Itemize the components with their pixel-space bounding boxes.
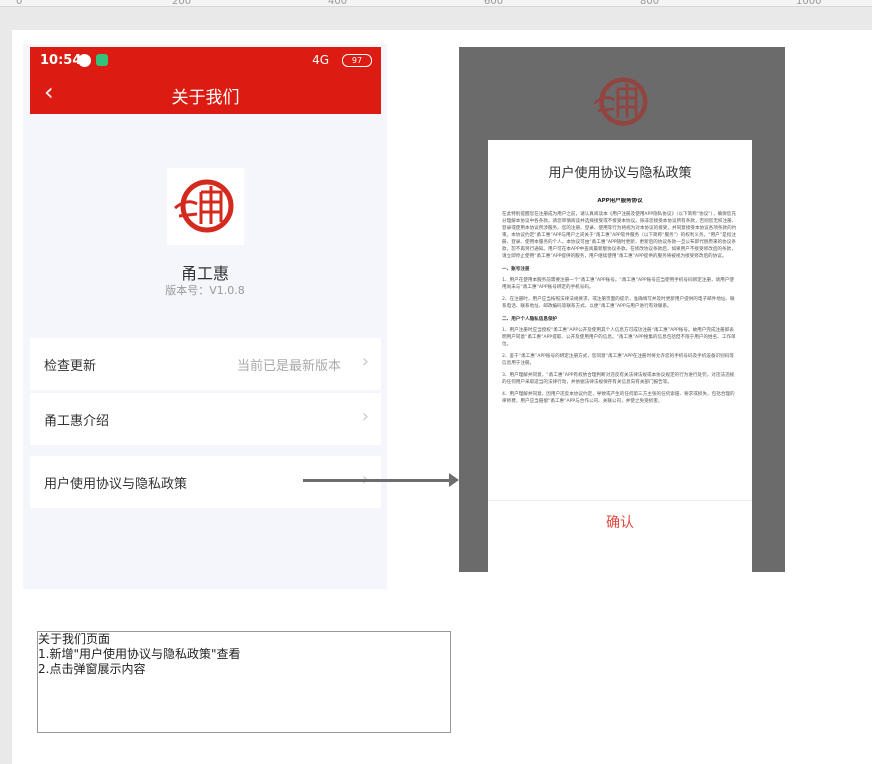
battery-icon: 97 [342, 54, 372, 67]
ruler-tick-label: 600 [484, 0, 504, 7]
agreement-paragraph: 3、用户理解并同意，“甬工惠”APP有权依合理判断对违反有关法律法规或本协议规定… [502, 373, 735, 385]
agreement-heading: APP用户服务协议 [597, 198, 643, 204]
ruler-tick-label: 200 [172, 0, 192, 7]
ruler-tick-label: 0 [16, 0, 23, 7]
row-label: 甬工惠介绍 [44, 414, 110, 429]
row-app-intro[interactable]: 甬工惠介绍 › [30, 393, 381, 445]
app-logo [167, 168, 244, 245]
modal-body[interactable]: APP用户服务协议 在此特别提醒您在注册成为用户之前，请认真阅读本《用户注册及使… [502, 198, 738, 498]
status-time: 10:54 [40, 53, 82, 68]
divider [488, 500, 752, 501]
agreement-paragraph: 4、用户理解并同意，因用户违反本协议约定，导致或产生的任何第三方主张的任何索赔、… [502, 392, 735, 404]
nav-bar: ‹ 关于我们 [30, 73, 381, 114]
flow-arrow-head [449, 473, 459, 487]
app-notification-icon [96, 54, 108, 66]
about-us-screen: 10:54 4G 97 ‹ 关于我们 甬工惠 版本号：V1.0.8 检查更新 当… [23, 44, 387, 589]
row-value: 当前已是最新版本 [236, 359, 341, 374]
agreement-paragraph: 2、鉴于“甬工惠”APP账号的绑定注册方式，您同意“甬工惠”APP在注册时将允许… [502, 354, 734, 366]
agreement-paragraph: 2、在注册时，用户应当按照法律法规要求，或注册页面的提示，准确填写并及时更新用户… [502, 297, 735, 309]
section-heading: 二、用户个人隐私信息保护 [502, 317, 558, 322]
section-heading: 一、账号注册 [502, 267, 530, 272]
flow-arrow-line [303, 479, 451, 482]
annotation-note: 关于我们页面 1.新增"用户使用协议与隐私政策"查看 2.点击弹窗展示内容 [37, 631, 451, 733]
ruler-tick-label: 800 [640, 0, 660, 7]
row-privacy-policy[interactable]: 用户使用协议与隐私政策 › [30, 456, 381, 508]
row-check-update[interactable]: 检查更新 当前已是最新版本 › [30, 338, 381, 390]
note-line: 关于我们页面 [38, 632, 111, 646]
network-indicator: 4G [312, 53, 329, 67]
row-label: 检查更新 [44, 359, 97, 374]
privacy-modal-screen: 用户使用协议与隐私政策 APP用户服务协议 在此特别提醒您在注册成为用户之前，请… [459, 47, 785, 572]
app-logo-mark [174, 179, 234, 233]
privacy-modal: 用户使用协议与隐私政策 APP用户服务协议 在此特别提醒您在注册成为用户之前，请… [488, 140, 752, 572]
chevron-right-icon: › [361, 406, 369, 427]
modal-title: 用户使用协议与隐私政策 [548, 166, 692, 181]
note-line: 2.点击弹窗展示内容 [38, 662, 146, 676]
confirm-button[interactable]: 确认 [488, 512, 752, 532]
chevron-right-icon: › [361, 351, 369, 372]
note-line: 1.新增"用户使用协议与隐私政策"查看 [38, 647, 241, 661]
status-bar: 10:54 4G 97 [30, 47, 381, 73]
page-title: 关于我们 [171, 88, 240, 108]
ruler-tick-label: 1000 [796, 0, 822, 7]
app-logo-background [593, 77, 648, 126]
agreement-paragraph: 1、用户在使用本服务前需要注册一个“甬工惠”APP账号。“甬工惠”APP账号应当… [502, 278, 734, 290]
ruler-tick-label: 400 [328, 0, 348, 7]
row-label: 用户使用协议与隐私政策 [44, 477, 188, 492]
agreement-intro: 在此特别提醒您在注册成为用户之前，请认真阅读本《用户注册及使用APP隐私协议》（… [502, 212, 737, 259]
ruler: 0 200 400 600 800 1000 [0, 0, 872, 7]
notification-icon [78, 54, 91, 67]
agreement-paragraph: 1、用户注册时应当授权“甬工惠”APP公开及使用其个人信息方可成功注册“甬工惠”… [502, 328, 736, 347]
app-name: 甬工惠 [180, 264, 229, 283]
app-version: 版本号：V1.0.8 [165, 284, 245, 297]
